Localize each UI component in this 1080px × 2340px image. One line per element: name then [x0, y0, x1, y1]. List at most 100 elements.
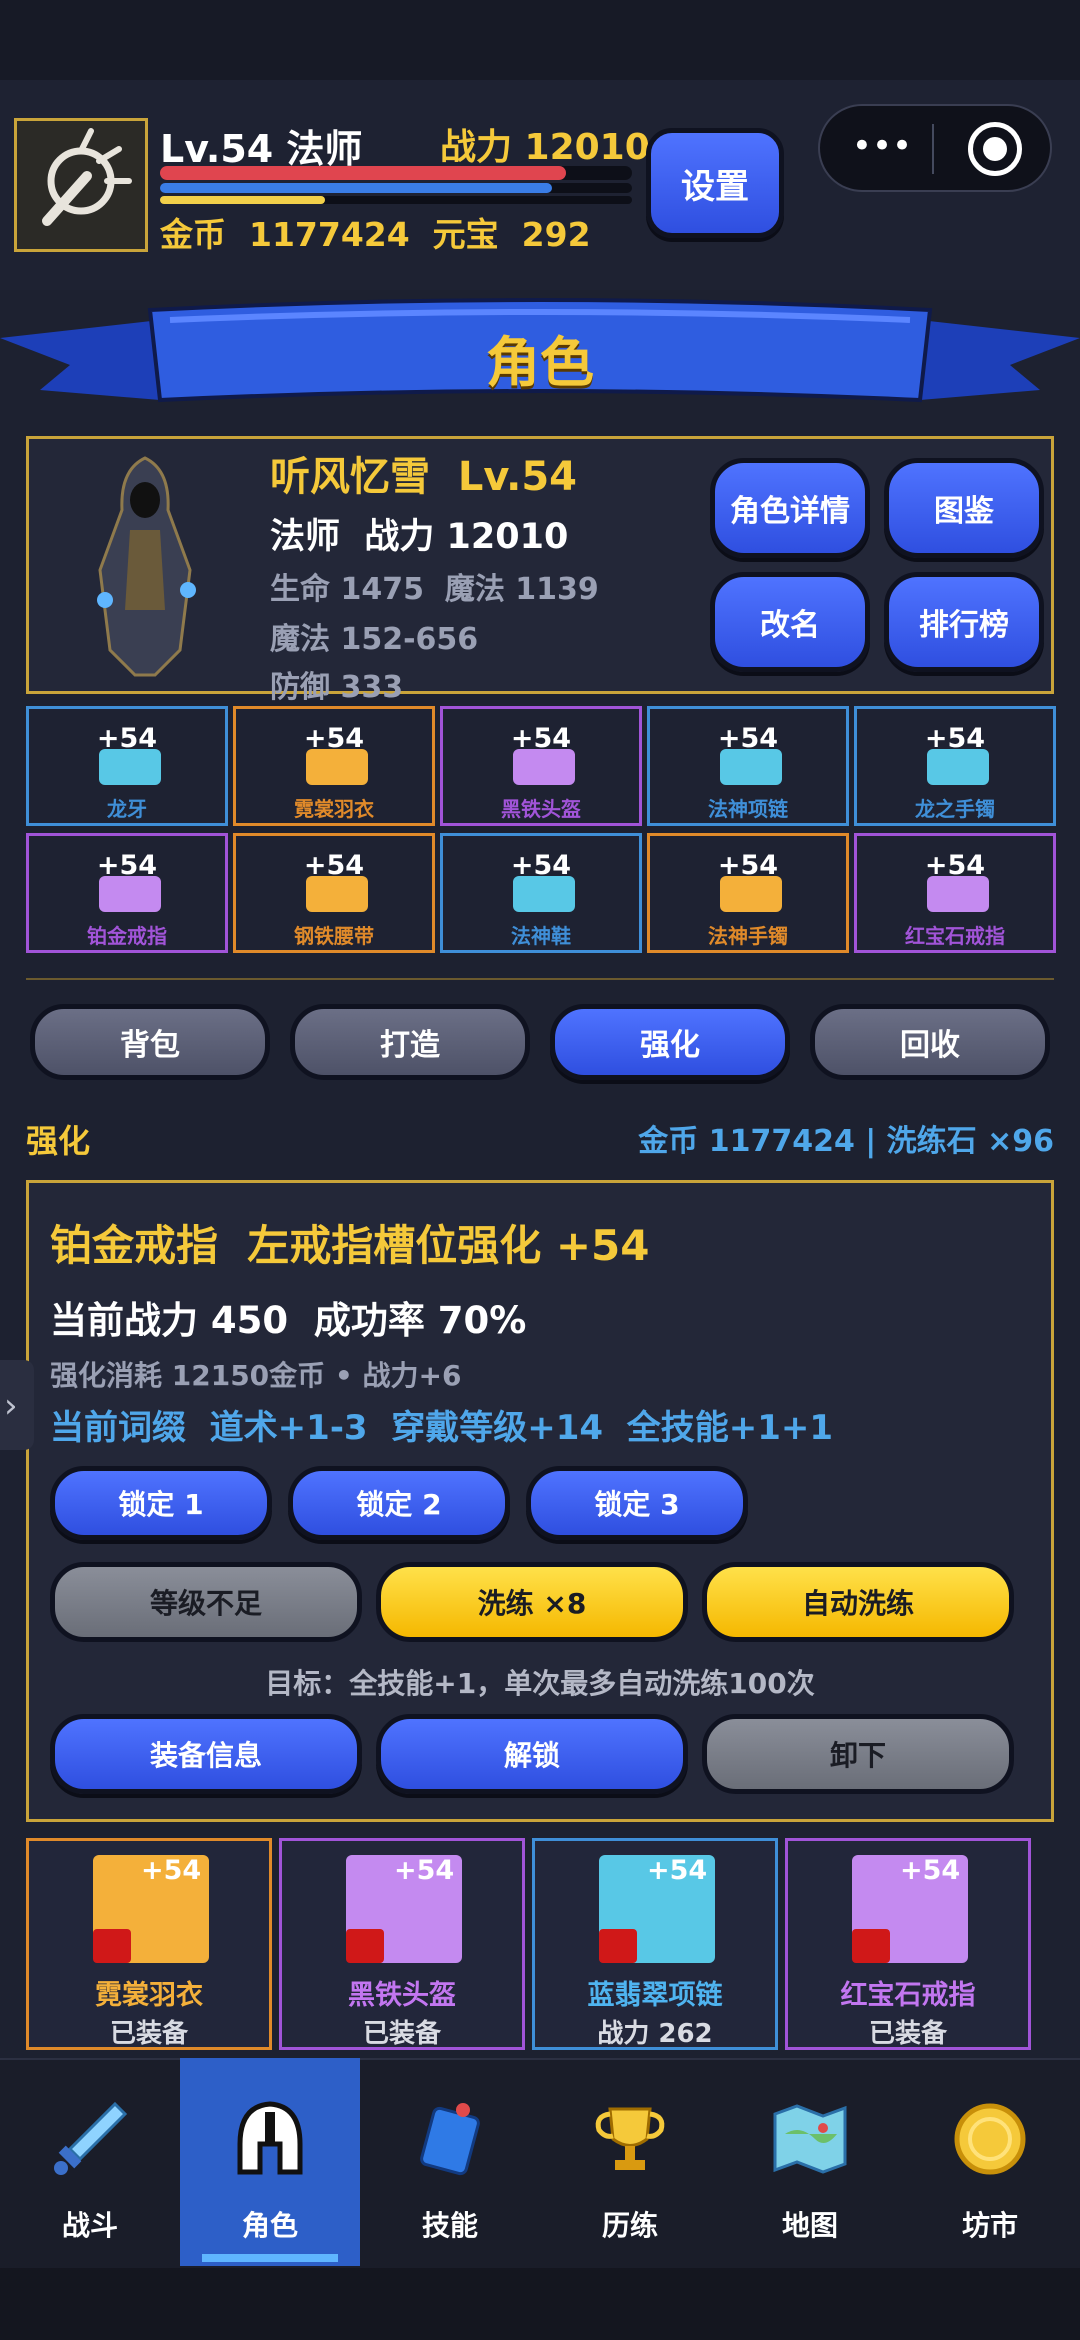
- hp-bar-fill: [160, 166, 566, 180]
- nav-item[interactable]: 技能: [360, 2064, 540, 2264]
- item-card[interactable]: +54 霓裳羽衣 已装备: [26, 1838, 272, 2050]
- auto-reroll-button[interactable]: 自动洗练: [702, 1562, 1014, 1642]
- nav-label: 坊市: [961, 2209, 1018, 2242]
- nav-item[interactable]: 角色: [180, 2064, 360, 2264]
- xp-bar-fill: [160, 196, 326, 204]
- lock-icon: [93, 1929, 131, 1963]
- item-enhance-level: +54: [141, 1855, 202, 1886]
- character-details-button[interactable]: 角色详情: [710, 458, 870, 558]
- nav-label: 角色: [241, 2209, 298, 2242]
- equipment-name: 铂金戒指: [87, 924, 167, 948]
- equipment-name: 龙之手镯: [915, 797, 995, 821]
- home-indicator-bar: [0, 2268, 1080, 2340]
- equipment-slot[interactable]: +54 红宝石戒指: [854, 833, 1056, 953]
- equipment-name: 钢铁腰带: [294, 924, 374, 948]
- item-card[interactable]: +54 红宝石戒指已装备: [785, 1838, 1031, 2050]
- tab-recycle[interactable]: 回收: [810, 1004, 1050, 1080]
- equipment-icon: [99, 749, 161, 785]
- sword-icon: [45, 2094, 135, 2188]
- character-class-power: 法师 战力 12010: [270, 517, 569, 557]
- lock-1-button[interactable]: 锁定 1: [50, 1466, 272, 1540]
- nav-label: 技能: [421, 2209, 478, 2242]
- equipment-name: 红宝石戒指: [905, 924, 1005, 948]
- tab-backpack[interactable]: 背包: [30, 1004, 270, 1080]
- character-name: 听风忆雪 Lv.54: [270, 454, 578, 500]
- tab-enhance[interactable]: 强化: [550, 1004, 790, 1080]
- equipment-slot[interactable]: +54 黑铁头盔: [440, 706, 642, 826]
- nav-item[interactable]: 坊市: [900, 2064, 1080, 2264]
- class-emblem[interactable]: [14, 118, 148, 252]
- rename-button[interactable]: 改名: [710, 572, 870, 672]
- equipment-name: 法神手镯: [708, 924, 788, 948]
- equipment-icon: [99, 876, 161, 912]
- nav-item[interactable]: 地图: [720, 2064, 900, 2264]
- section-divider: [26, 978, 1054, 980]
- equipment-icon: [927, 876, 989, 912]
- item-enhance-level: +54: [900, 1855, 961, 1886]
- equipment-slot[interactable]: +54 法神项链: [647, 706, 849, 826]
- item-status: 已装备: [868, 2019, 947, 2049]
- equipment-slot[interactable]: +54 霓裳羽衣: [233, 706, 435, 826]
- equipment-icon: [927, 749, 989, 785]
- side-drawer-handle[interactable]: ›: [0, 1360, 34, 1450]
- reroll-target: 目标：全技能+1，单次最多自动洗练100次: [265, 1667, 815, 1700]
- leaderboard-button[interactable]: 排行榜: [884, 572, 1044, 672]
- lock-3-button[interactable]: 锁定 3: [526, 1466, 748, 1540]
- equipment-slot[interactable]: +54 法神手镯: [647, 833, 849, 953]
- nav-item[interactable]: 历练: [540, 2064, 720, 2264]
- power-success-rate: 当前战力 450 成功率 70%: [50, 1299, 527, 1342]
- xp-bar: [160, 196, 632, 204]
- nav-label: 历练: [601, 2209, 658, 2242]
- equipment-slot[interactable]: +54 钢铁腰带: [233, 833, 435, 953]
- item-name: 红宝石戒指: [840, 1980, 976, 2011]
- equipment-name: 法神项链: [708, 797, 788, 821]
- close-miniprogram-icon[interactable]: [968, 122, 1022, 176]
- item-name: 蓝翡翠项链: [587, 1980, 723, 2011]
- equipment-icon: [306, 876, 368, 912]
- nav-item[interactable]: 战斗: [0, 2064, 180, 2264]
- page-title: 角色: [486, 331, 594, 394]
- lock-icon: [599, 1929, 637, 1963]
- section-title: 强化: [26, 1122, 91, 1160]
- current-affix: 当前词缀 道术+1-3 穿戴等级+14 全技能+1+1: [50, 1408, 834, 1448]
- equipment-icon: [513, 749, 575, 785]
- item-card[interactable]: +54 黑铁头盔 已装备: [279, 1838, 525, 2050]
- character-magic: 魔法 152-656: [270, 622, 479, 657]
- currency-display: 金币 1177424 元宝 292: [160, 215, 591, 254]
- equipment-icon: [306, 749, 368, 785]
- codex-button[interactable]: 图鉴: [884, 458, 1044, 558]
- chevron-right-icon: ›: [4, 1386, 18, 1426]
- equipment-slot[interactable]: +54 龙之手镯: [854, 706, 1056, 826]
- mp-bar-fill: [160, 183, 552, 193]
- settings-button[interactable]: 设置: [646, 128, 784, 238]
- equipment-name: 龙牙: [107, 797, 147, 821]
- lock-2-button[interactable]: 锁定 2: [288, 1466, 510, 1540]
- status-strip: [0, 0, 1080, 80]
- equipment-slot[interactable]: +54 铂金戒指: [26, 833, 228, 953]
- item-status: 已装备: [109, 2019, 188, 2049]
- character-defense: 防御 333: [270, 670, 404, 705]
- item-card[interactable]: +54 蓝翡翠项链战力 262: [532, 1838, 778, 2050]
- equipment-name: 黑铁头盔: [501, 797, 581, 821]
- item-status: 战力 262: [597, 2019, 713, 2049]
- equipment-slot[interactable]: +54 龙牙: [26, 706, 228, 826]
- unlock-button[interactable]: 解锁: [376, 1714, 688, 1794]
- more-icon[interactable]: •••: [842, 128, 922, 168]
- hp-bar: [160, 166, 632, 180]
- capsule-divider: [932, 124, 934, 174]
- level-insufficient-button[interactable]: 等级不足: [50, 1562, 362, 1642]
- unequip-button[interactable]: 卸下: [702, 1714, 1014, 1794]
- equip-info-button[interactable]: 装备信息: [50, 1714, 362, 1794]
- item-enhance-level: +54: [647, 1855, 708, 1886]
- nav-label: 战斗: [61, 2209, 118, 2242]
- trophy-icon: [585, 2094, 675, 2188]
- equipment-icon: [513, 876, 575, 912]
- equipment-slot[interactable]: +54 法神鞋: [440, 833, 642, 953]
- player-power: 战力 12010: [440, 127, 650, 168]
- map-icon: [765, 2094, 855, 2188]
- reroll-button[interactable]: 洗练 ×8: [376, 1562, 688, 1642]
- character-portrait: [97, 456, 196, 677]
- item-status: 已装备: [362, 2019, 441, 2049]
- tab-craft[interactable]: 打造: [290, 1004, 530, 1080]
- item-name: 黑铁头盔: [348, 1980, 456, 2011]
